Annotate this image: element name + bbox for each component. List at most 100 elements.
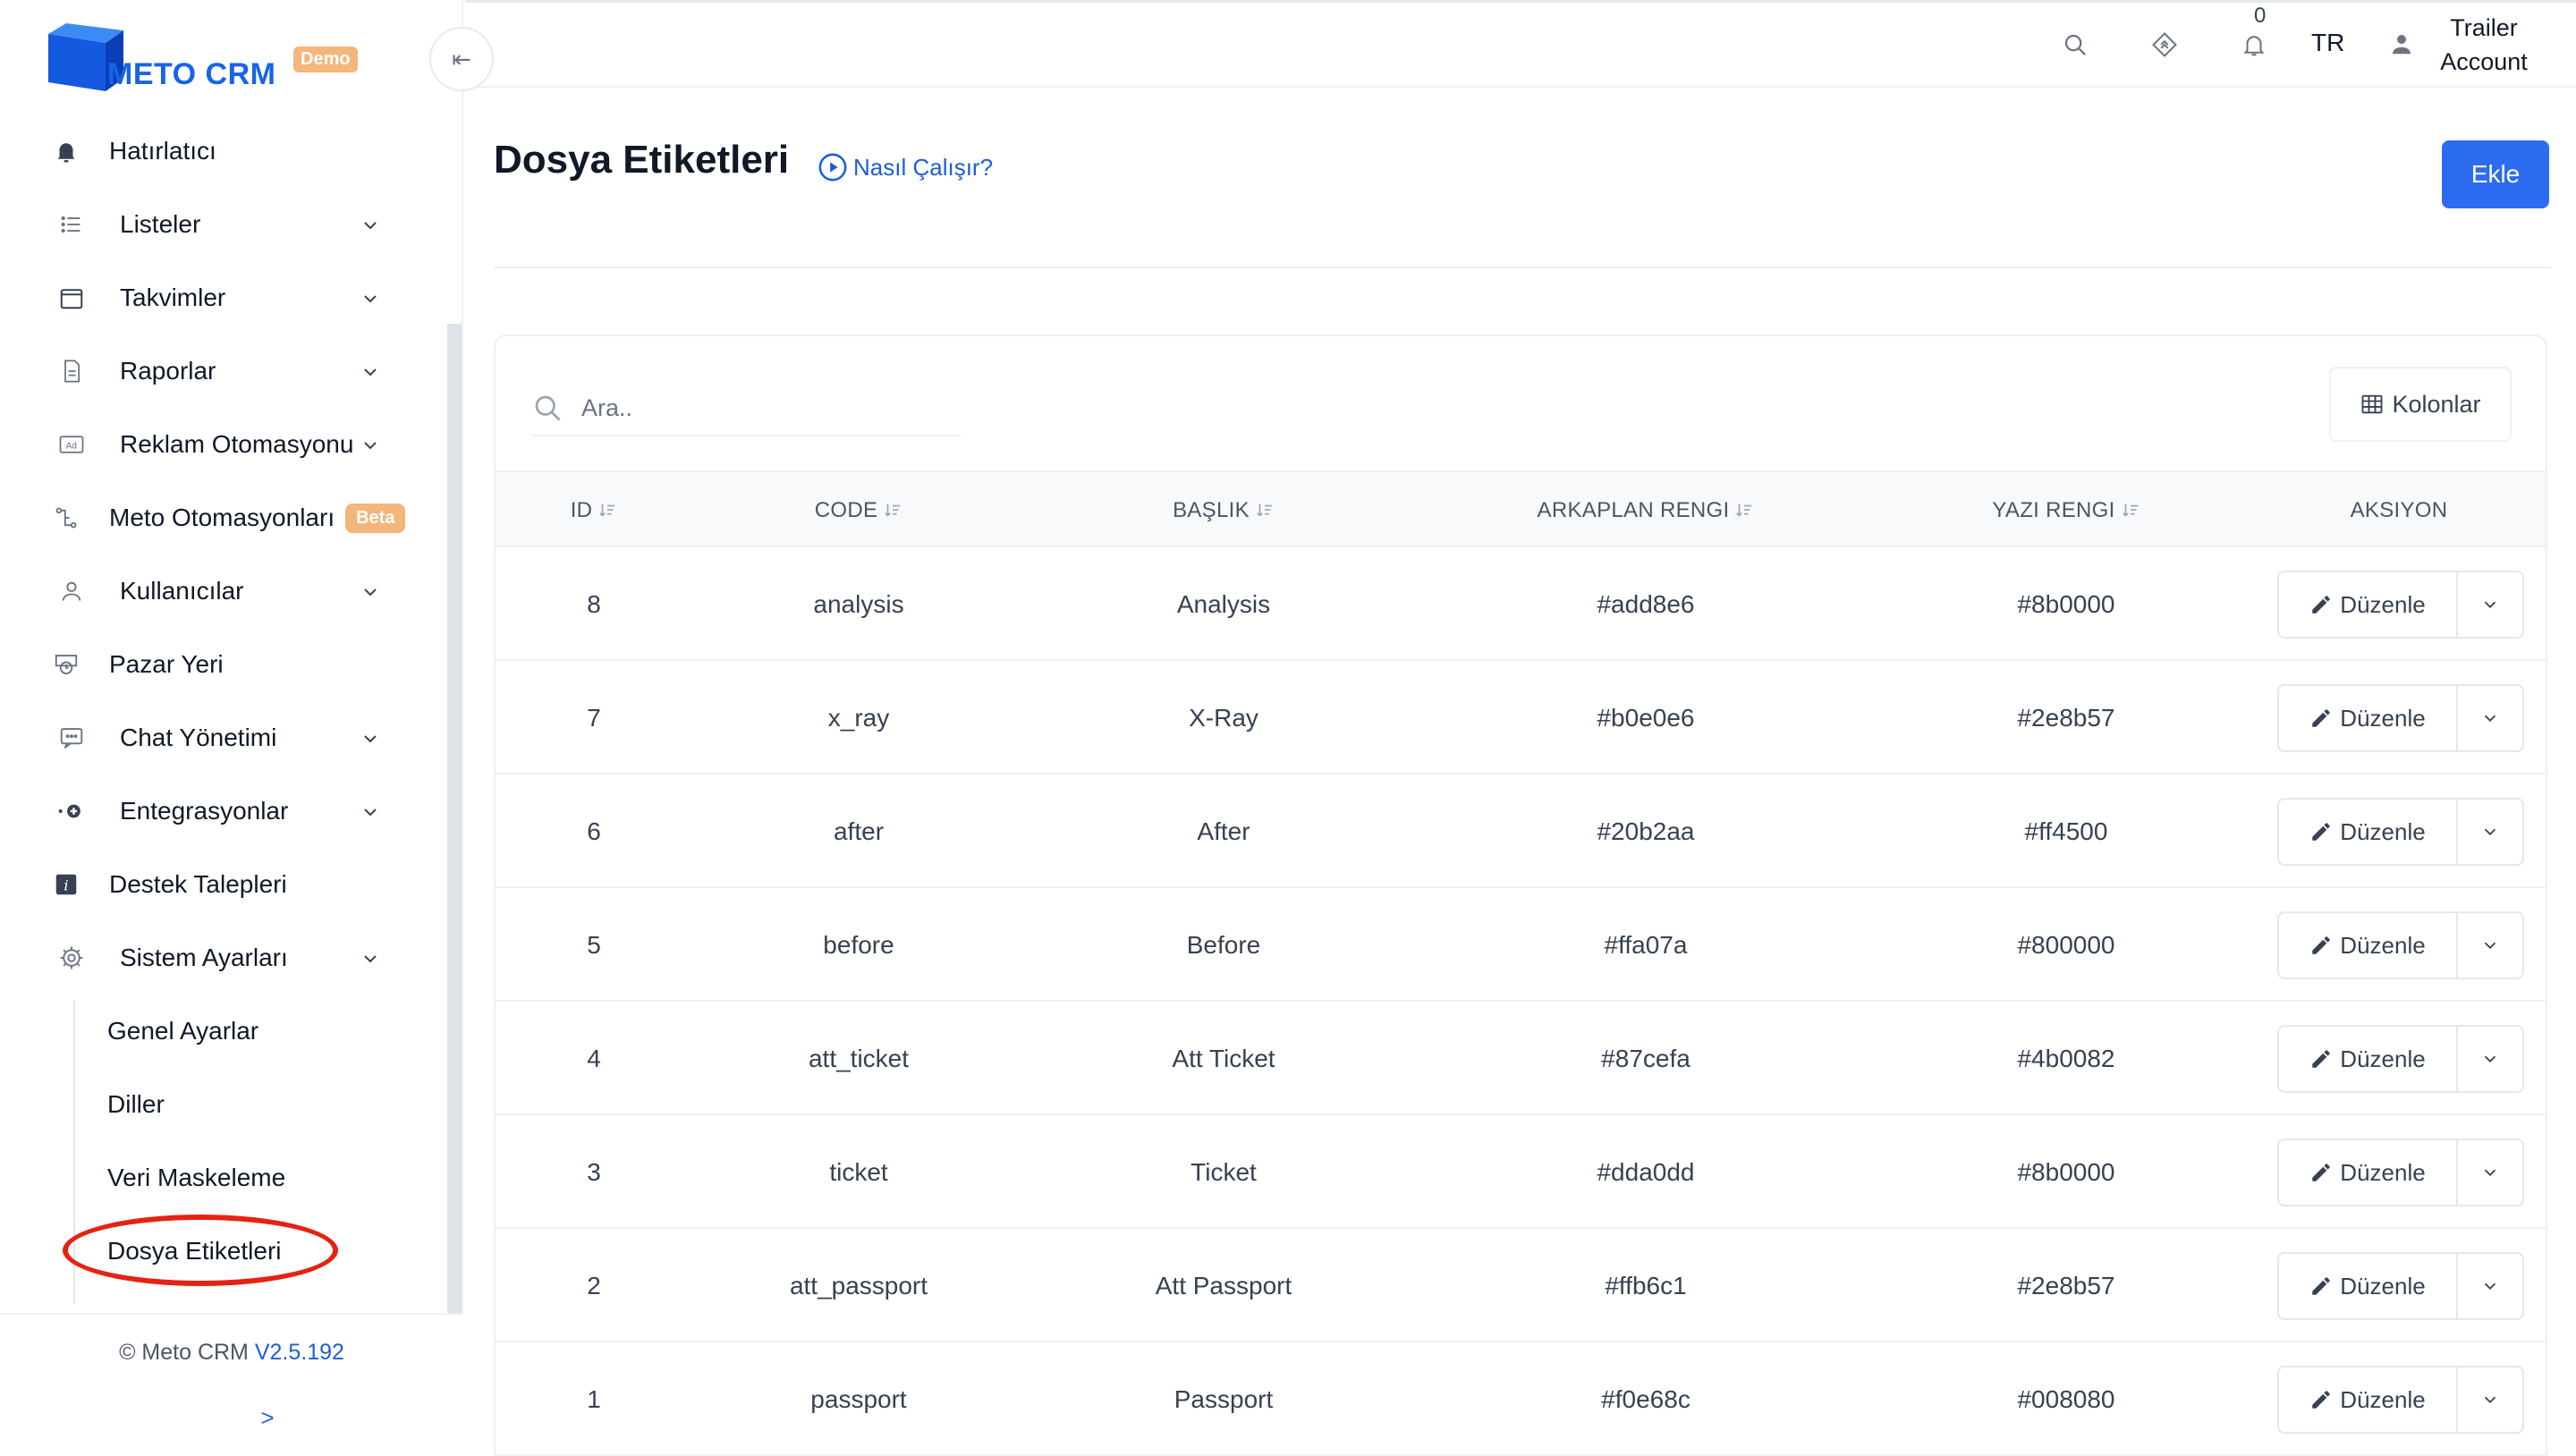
bell-icon xyxy=(50,135,82,167)
sidebar-item-destek-talepleri[interactable]: i Destek Talepleri xyxy=(0,848,447,921)
row-actions-dropdown[interactable] xyxy=(2458,572,2522,637)
sort-icon xyxy=(885,504,901,517)
cell-fg: #ff4500 xyxy=(2024,817,2108,845)
columns-button[interactable]: Kolonlar xyxy=(2329,367,2512,442)
pencil-icon xyxy=(2312,823,2331,841)
row-actions-dropdown[interactable] xyxy=(2458,1027,2522,1091)
row-actions-dropdown[interactable] xyxy=(2458,1367,2522,1432)
account-line2: Account xyxy=(2440,48,2528,75)
account-menu[interactable]: Trailer Account xyxy=(2417,11,2551,79)
sidebar-item-chat-y-netimi[interactable]: Chat Yönetimi xyxy=(0,701,447,775)
edit-button[interactable]: Düzenle xyxy=(2279,1140,2458,1205)
submenu-item-genel-ayarlar[interactable]: Genel Ayarlar xyxy=(0,995,447,1068)
sidebar-item-kullan-c-lar[interactable]: Kullanıcılar xyxy=(0,554,447,628)
diamond-icon[interactable] xyxy=(2147,27,2182,63)
submenu-item-label: Genel Ayarlar xyxy=(107,1017,259,1045)
row-actions-dropdown[interactable] xyxy=(2458,1140,2522,1205)
pencil-icon xyxy=(2312,1391,2331,1409)
chevron-down-icon xyxy=(364,368,377,377)
submenu-item-veri-maskeleme[interactable]: Veri Maskeleme xyxy=(0,1141,447,1215)
cell-bg: #f0e68c xyxy=(1601,1384,1690,1413)
cell-fg: #8b0000 xyxy=(2017,589,2115,618)
cell-code: x_ray xyxy=(827,703,890,732)
column-header-yazi-rengi[interactable]: YAZI RENGI xyxy=(1932,472,2200,549)
cell-code: passport xyxy=(810,1384,907,1413)
sidebar-item-entegrasyonlar[interactable]: Entegrasyonlar xyxy=(0,775,447,848)
row-actions-dropdown[interactable] xyxy=(2458,1254,2522,1318)
sidebar-item-label: Chat Yönetimi xyxy=(120,724,277,751)
version-link[interactable]: V2.5.192 xyxy=(255,1340,344,1365)
edit-button[interactable]: Düzenle xyxy=(2279,800,2458,864)
collapse-left-icon: ⇤ xyxy=(452,45,471,72)
edit-button[interactable]: Düzenle xyxy=(2279,913,2458,978)
column-header-arkaplan-rengi[interactable]: ARKAPLAN RENGI xyxy=(1512,472,1780,549)
sidebar-item-takvimler[interactable]: Takvimler xyxy=(0,261,447,334)
cell-id: 6 xyxy=(587,817,601,845)
sidebar-item-hat-rlat-c-[interactable]: Hatırlatıcı xyxy=(0,114,447,188)
search-input[interactable] xyxy=(581,386,939,429)
sidebar-item-label: Pazar Yeri xyxy=(109,650,224,678)
header-divider xyxy=(494,267,2551,268)
labels-table-card: Kolonlar ID CODE BAŞLIK ARKAPLAN RENGI YAZI … xyxy=(494,334,2547,1456)
search-icon xyxy=(535,395,561,421)
brand-name: METO CRM xyxy=(107,57,276,91)
pencil-icon xyxy=(2312,596,2331,614)
notification-bell-icon[interactable] xyxy=(2236,27,2272,63)
chevron-down-icon xyxy=(2484,601,2496,609)
row-actions-dropdown[interactable] xyxy=(2458,913,2522,978)
sidebar-item-label: Entegrasyonlar xyxy=(120,797,289,825)
sidebar-scrollbar[interactable] xyxy=(447,324,462,1334)
sidebar-item-listeler[interactable]: Listeler xyxy=(0,188,447,261)
table-header: ID CODE BAŞLIK ARKAPLAN RENGI YAZI RENGI AKSI… xyxy=(496,470,2546,549)
cell-bg: #87cefa xyxy=(1601,1044,1690,1072)
cell-id: 5 xyxy=(587,930,601,959)
sidebar-item-label: Takvimler xyxy=(120,284,226,311)
sidebar-item-meto-otomasyonlar-[interactable]: Meto Otomasyonları Beta xyxy=(0,481,447,554)
column-header-ba-lik[interactable]: BAŞLIK xyxy=(1089,472,1358,549)
sidebar-item-sistem-ayarlar-[interactable]: Sistem Ayarları xyxy=(0,921,447,995)
column-header-id[interactable]: ID xyxy=(496,472,728,549)
cell-code: after xyxy=(833,817,885,845)
edit-label: Düzenle xyxy=(2340,817,2426,845)
collapse-sidebar-button[interactable]: ⇤ xyxy=(429,27,494,91)
row-action-group: Düzenle xyxy=(2277,911,2524,979)
table-row: 5 before Before #ffa07a #800000 Düzenle xyxy=(496,888,2546,1002)
submenu-item-diller[interactable]: Diller xyxy=(0,1068,447,1141)
cell-title: Ticket xyxy=(1191,1157,1257,1186)
edit-label: Düzenle xyxy=(2340,704,2426,732)
sort-icon xyxy=(2122,504,2138,517)
copyright-text: © Meto CRM xyxy=(119,1340,249,1365)
pencil-icon xyxy=(2312,1164,2331,1181)
column-header-aksiyon: AKSIYON xyxy=(2265,472,2533,549)
cell-fg: #8b0000 xyxy=(2017,1157,2115,1186)
brand-logo[interactable]: METO CRM Demo xyxy=(48,21,370,98)
expand-sidebar-button[interactable]: > xyxy=(0,1404,535,1432)
columns-label: Kolonlar xyxy=(2392,390,2481,418)
search-icon[interactable] xyxy=(2057,27,2093,63)
chevron-down-icon xyxy=(364,735,377,743)
row-actions-dropdown[interactable] xyxy=(2458,686,2522,750)
sidebar-item-pazar-yeri[interactable]: Pazar Yeri xyxy=(0,628,447,701)
edit-button[interactable]: Düzenle xyxy=(2279,686,2458,750)
cell-id: 7 xyxy=(587,703,601,732)
submenu-item-label: Veri Maskeleme xyxy=(107,1164,286,1191)
search-box[interactable] xyxy=(531,383,961,436)
edit-button[interactable]: Düzenle xyxy=(2279,1027,2458,1091)
cell-id: 8 xyxy=(587,589,601,618)
language-switch[interactable]: TR xyxy=(2311,29,2344,57)
play-circle-icon xyxy=(818,153,847,182)
copyright: © Meto CRM V2.5.192 xyxy=(0,1340,463,1366)
how-it-works-link[interactable]: Nasıl Çalışır? xyxy=(818,152,993,182)
sidebar-item-reklam-otomasyonu[interactable]: Ad Reklam Otomasyonu xyxy=(0,408,447,481)
table-row: 1 passport Passport #f0e68c #008080 Düzenle xyxy=(496,1342,2546,1456)
edit-button[interactable]: Düzenle xyxy=(2279,572,2458,637)
add-button[interactable]: Ekle xyxy=(2442,140,2549,208)
chevron-down-icon xyxy=(2484,828,2496,836)
edit-button[interactable]: Düzenle xyxy=(2279,1254,2458,1318)
marketplace-icon xyxy=(50,648,82,681)
edit-button[interactable]: Düzenle xyxy=(2279,1367,2458,1432)
row-actions-dropdown[interactable] xyxy=(2458,800,2522,864)
highlight-annotation xyxy=(63,1215,338,1286)
column-header-code[interactable]: CODE xyxy=(724,472,993,549)
sidebar-item-raporlar[interactable]: Raporlar xyxy=(0,334,447,408)
